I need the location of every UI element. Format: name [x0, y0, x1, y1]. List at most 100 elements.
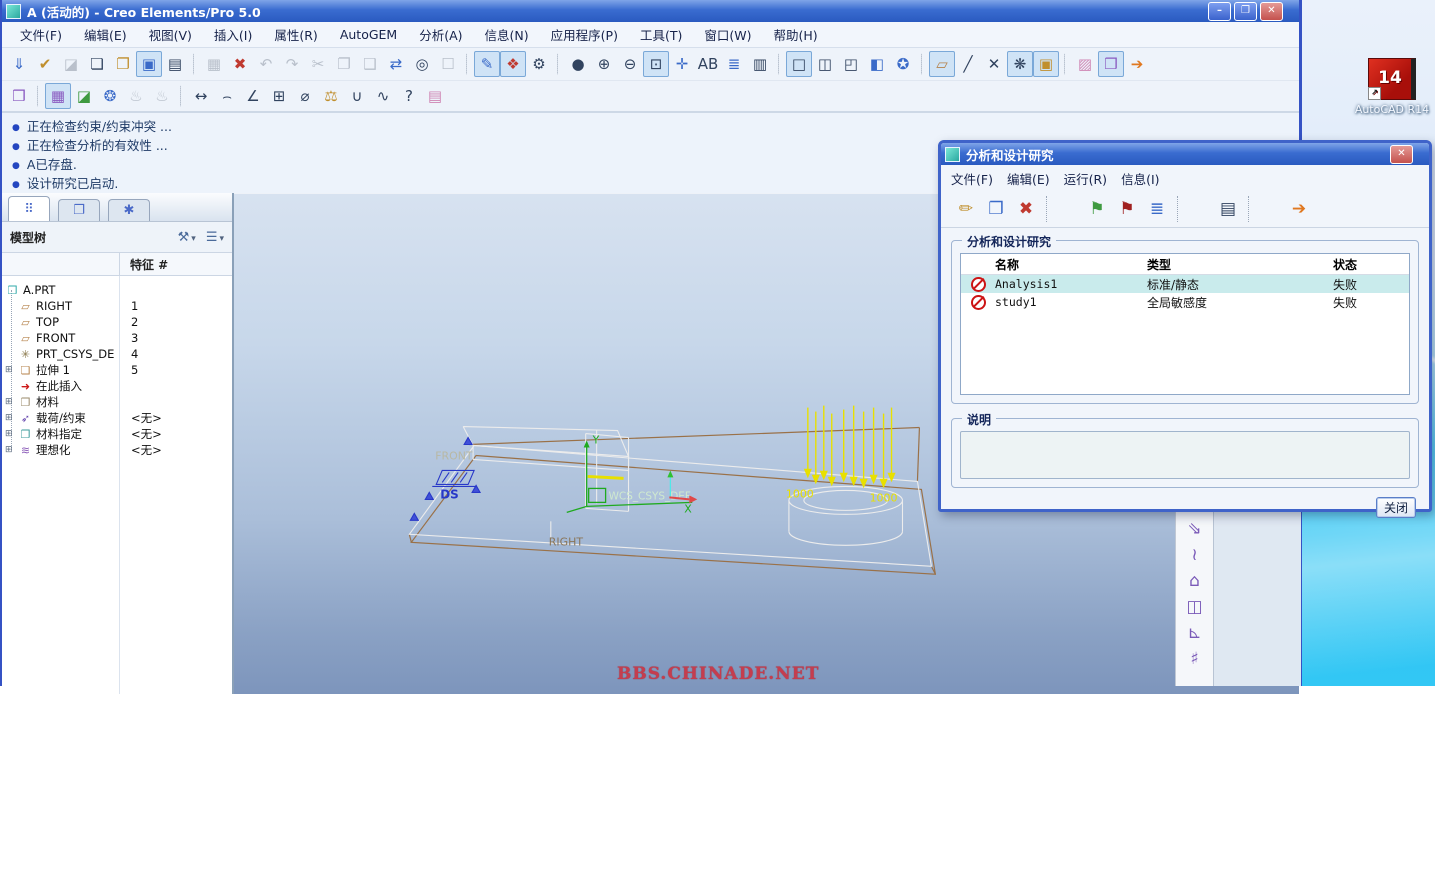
menu-item[interactable]: 属性(R) [264, 22, 327, 47]
plane-display-icon[interactable]: ▱ [929, 51, 955, 77]
point-display-icon[interactable]: ✕ [981, 51, 1007, 77]
menu-item[interactable]: 插入(I) [204, 22, 262, 47]
spin-center-icon[interactable]: ✪ [890, 51, 916, 77]
tree-item-material-assign[interactable]: ⊞ ❐ 材料指定 <无> [2, 426, 232, 442]
autocad-icon[interactable]: 14 ↗ [1368, 58, 1416, 100]
results-icon[interactable]: ➔ [1124, 51, 1150, 77]
tree-item-right[interactable]: ▱ RIGHT 1 [2, 298, 232, 314]
appearance-sphere-icon[interactable]: ● [565, 51, 591, 77]
display-study-icon[interactable]: ▤ [1213, 196, 1243, 222]
blocks-cup-icon[interactable]: ❒ [6, 83, 32, 109]
expand-icon[interactable]: ⊞ [5, 445, 18, 455]
start-run-icon[interactable]: ⚑ [1082, 196, 1112, 222]
measure-arc-icon[interactable]: ⌢ [214, 83, 240, 109]
csys-display-icon[interactable]: ❋ [1007, 51, 1033, 77]
tree-settings-icon[interactable]: ⚒▾ [178, 230, 196, 245]
copy-analysis-icon[interactable]: ❐ [981, 196, 1011, 222]
menu-item[interactable]: 编辑(E) [74, 22, 137, 47]
study-row[interactable]: study1 全局敏感度 失败 [961, 293, 1409, 311]
view-manager-icon[interactable]: ▥ [747, 51, 773, 77]
expand-icon[interactable]: ⊞ [5, 429, 18, 439]
expand-icon[interactable]: ⊞ [5, 365, 18, 375]
regenerate-icon[interactable]: ⇄ [383, 51, 409, 77]
zoom-fit-icon[interactable]: ⊡ [643, 51, 669, 77]
edit-analysis-icon[interactable]: ✏ [951, 196, 981, 222]
delete-analysis-icon[interactable]: ✖ [1011, 196, 1041, 222]
reorient-icon[interactable]: ✛ [669, 51, 695, 77]
study-row[interactable]: Analysis1 标准/静态 失败 [961, 275, 1409, 293]
favorites-tab[interactable]: ✱ [108, 199, 150, 221]
shell-pair-icon[interactable]: ◫ [1186, 598, 1202, 616]
tree-item-prt-csys[interactable]: ✳ PRT_CSYS_DE 4 [2, 346, 232, 362]
tree-item-front[interactable]: ▱ FRONT 3 [2, 330, 232, 346]
tree-item-idealization[interactable]: ⊞ ≋ 理想化 <无> [2, 442, 232, 458]
mass-props-icon[interactable]: ⚖ [318, 83, 344, 109]
open-icon[interactable]: ❐ [110, 51, 136, 77]
description-box[interactable] [960, 431, 1410, 479]
autocad-shortcut[interactable]: 14 ↗ AutoCAD R14 [1352, 58, 1432, 116]
dialog-menu-item[interactable]: 文件(F) [951, 166, 1005, 191]
measure-diameter-icon[interactable]: ⌀ [292, 83, 318, 109]
dialog-menu-item[interactable]: 编辑(E) [1007, 166, 1062, 191]
menu-item[interactable]: AutoGEM [330, 24, 407, 45]
print-icon[interactable]: ▤ [162, 51, 188, 77]
dialog-titlebar[interactable]: 分析和设计研究 ✕ [941, 143, 1429, 165]
delete-icon[interactable]: ✖ [227, 51, 253, 77]
save-copy-icon[interactable]: ⇓ [6, 51, 32, 77]
hiddenline-view-icon[interactable]: ◫ [812, 51, 838, 77]
image-icon[interactable]: ◪ [71, 83, 97, 109]
tree-item-loads[interactable]: ⊞ ➶ 载荷/约束 <无> [2, 410, 232, 426]
measure-angle-icon[interactable]: ∠ [240, 83, 266, 109]
force-load-icon[interactable]: ⇘ [1187, 520, 1201, 538]
measure-box-icon[interactable]: ⊞ [266, 83, 292, 109]
dialog-close-button[interactable]: ✕ [1390, 145, 1413, 164]
menu-item[interactable]: 帮助(H) [763, 22, 827, 47]
context-help-icon[interactable]: ? [396, 83, 422, 109]
analysis-network-icon[interactable]: ❖ [500, 51, 526, 77]
wireframe-view-icon[interactable]: □ [786, 51, 812, 77]
results-rainbow-icon[interactable]: ➔ [1284, 196, 1314, 222]
measure-section-icon[interactable]: ∪ [344, 83, 370, 109]
menu-item[interactable]: 分析(A) [409, 22, 472, 47]
menu-item[interactable]: 工具(T) [630, 22, 692, 47]
nohidden-view-icon[interactable]: ◰ [838, 51, 864, 77]
menu-item[interactable]: 窗口(W) [694, 22, 761, 47]
menu-item[interactable]: 信息(N) [475, 22, 539, 47]
shaded-view-icon[interactable]: ◧ [864, 51, 890, 77]
expand-icon[interactable]: ⊞ [5, 397, 18, 407]
tree-item-insert-here[interactable]: ➜ 在此插入 [2, 378, 232, 394]
main-titlebar[interactable]: A (活动的) - Creo Elements/Pro 5.0 – ❐ ✕ [2, 0, 1299, 22]
texture-icon[interactable]: ▨ [1072, 51, 1098, 77]
menu-item[interactable]: 应用程序(P) [541, 22, 628, 47]
dialog-close-action-button[interactable]: 关闭 [1376, 497, 1416, 518]
folder-browser-tab[interactable]: ❐ [58, 199, 100, 221]
beam-section-icon[interactable]: ⊾ [1187, 624, 1201, 642]
tree-item-top[interactable]: ▱ TOP 2 [2, 314, 232, 330]
folder-check-icon[interactable]: ✔ [32, 51, 58, 77]
close-button[interactable]: ✕ [1260, 2, 1283, 21]
dialog-menu-item[interactable]: 运行(R) [1064, 166, 1119, 191]
layers-icon[interactable]: ≣ [721, 51, 747, 77]
mass-icon[interactable]: ⌂ [1189, 572, 1200, 590]
tree-show-icon[interactable]: ☰▾ [206, 230, 224, 245]
spring-icon[interactable]: ≀ [1191, 546, 1197, 564]
annotation-display-icon[interactable]: ▣ [1033, 51, 1059, 77]
report-icon[interactable]: ▤ [422, 83, 448, 109]
run-status-icon[interactable]: ≣ [1142, 196, 1172, 222]
tree-item-a-prt[interactable]: ❒ A.PRT [2, 282, 232, 298]
tree-item-material[interactable]: ⊞ ❐ 材料 [2, 394, 232, 410]
minimize-button[interactable]: – [1208, 2, 1231, 21]
annotation-ab-icon[interactable]: AB [695, 51, 721, 77]
search-gear-icon[interactable]: ⚙ [526, 51, 552, 77]
stop-run-icon[interactable]: ⚑ [1112, 196, 1142, 222]
blocks-icon[interactable]: ❒ [1098, 51, 1124, 77]
measure-distance-icon[interactable]: ↔ [188, 83, 214, 109]
lattice-icon[interactable]: ♯ [1190, 650, 1198, 668]
expand-icon[interactable]: ⊞ [5, 413, 18, 423]
sketch-diagnostics-icon[interactable]: ✎ [474, 51, 500, 77]
save-icon[interactable]: ▣ [136, 51, 162, 77]
new-file-icon[interactable]: ❏ [84, 51, 110, 77]
menu-item[interactable]: 视图(V) [139, 22, 202, 47]
menu-item[interactable]: 文件(F) [10, 22, 72, 47]
axis-display-icon[interactable]: ╱ [955, 51, 981, 77]
